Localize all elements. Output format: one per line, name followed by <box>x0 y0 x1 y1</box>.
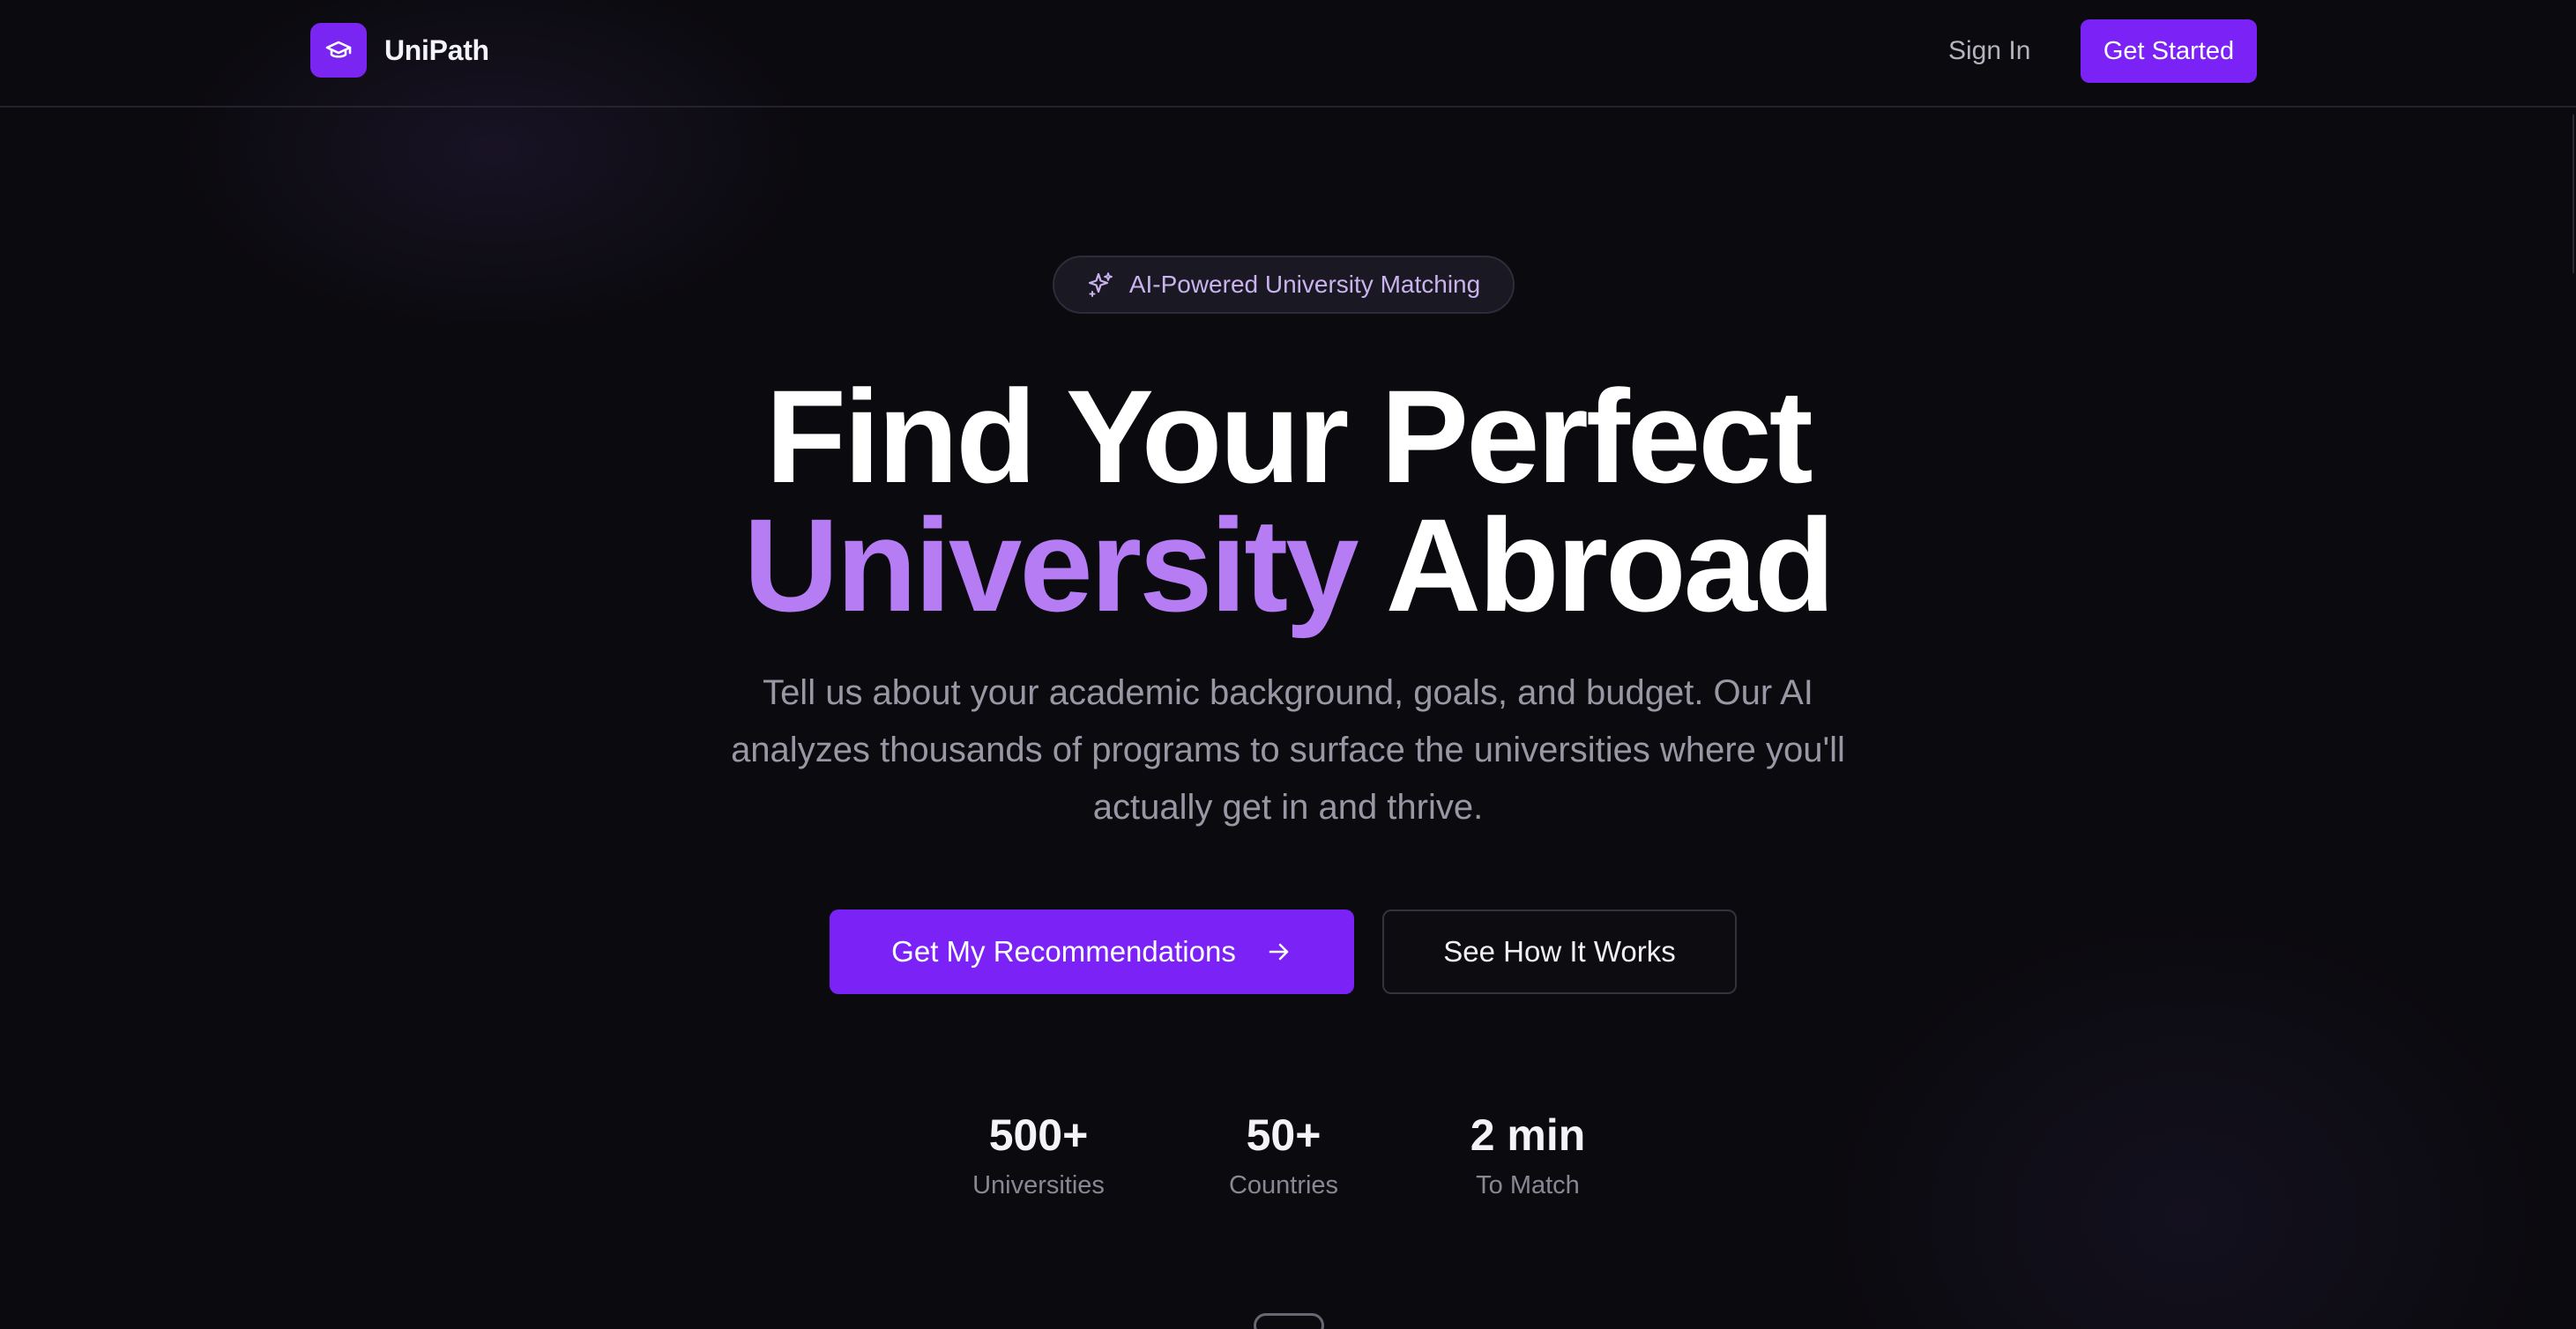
headline-accent-word: University <box>743 491 1359 639</box>
stat-value: 2 min <box>1470 1110 1586 1160</box>
landing-page: UniPath Sign In Get Started AI-Powered U… <box>0 0 2576 1329</box>
get-started-button[interactable]: Get Started <box>2081 19 2257 83</box>
headline-line-2: University Abroad <box>0 499 2576 631</box>
stat-value: 500+ <box>988 1110 1089 1160</box>
brand[interactable]: UniPath <box>310 23 489 78</box>
get-recommendations-button[interactable]: Get My Recommendations <box>830 910 1354 994</box>
graduation-cap-icon-glyph <box>325 41 352 58</box>
top-navigation: UniPath Sign In Get Started <box>0 0 2576 108</box>
sparkles-icon <box>1088 272 1113 297</box>
hero-subtitle: Tell us about your academic background, … <box>731 673 1845 827</box>
brand-name: UniPath <box>384 33 489 66</box>
see-how-it-works-button[interactable]: See How It Works <box>1382 910 1737 994</box>
stat-match-time: 2 min To Match <box>1422 1106 1634 1200</box>
stat-value: 50+ <box>1246 1110 1322 1160</box>
stat-label: To Match <box>1476 1171 1580 1199</box>
sign-in-link[interactable]: Sign In <box>1948 30 2030 72</box>
stat-label: Universities <box>972 1171 1105 1199</box>
ai-matching-badge: AI-Powered University Matching <box>1053 256 1515 314</box>
badge-text: AI-Powered University Matching <box>1128 271 1481 298</box>
stat-countries: 50+ Countries <box>1178 1106 1389 1200</box>
arrow-right-icon <box>1269 943 1289 961</box>
stat-universities: 500+ Universities <box>933 1106 1144 1200</box>
scroll-down-indicator[interactable] <box>1254 1313 1324 1329</box>
see-how-it-works-label: See How It Works <box>1443 935 1676 968</box>
stat-label: Countries <box>1228 1171 1339 1199</box>
graduation-cap-icon <box>310 23 367 78</box>
get-recommendations-label: Get My Recommendations <box>891 935 1236 968</box>
headline-line-1: Find Your Perfect <box>765 362 1813 510</box>
scrollbar-thumb[interactable] <box>2572 115 2574 273</box>
headline-line-2-rest: Abroad <box>1385 491 1835 639</box>
